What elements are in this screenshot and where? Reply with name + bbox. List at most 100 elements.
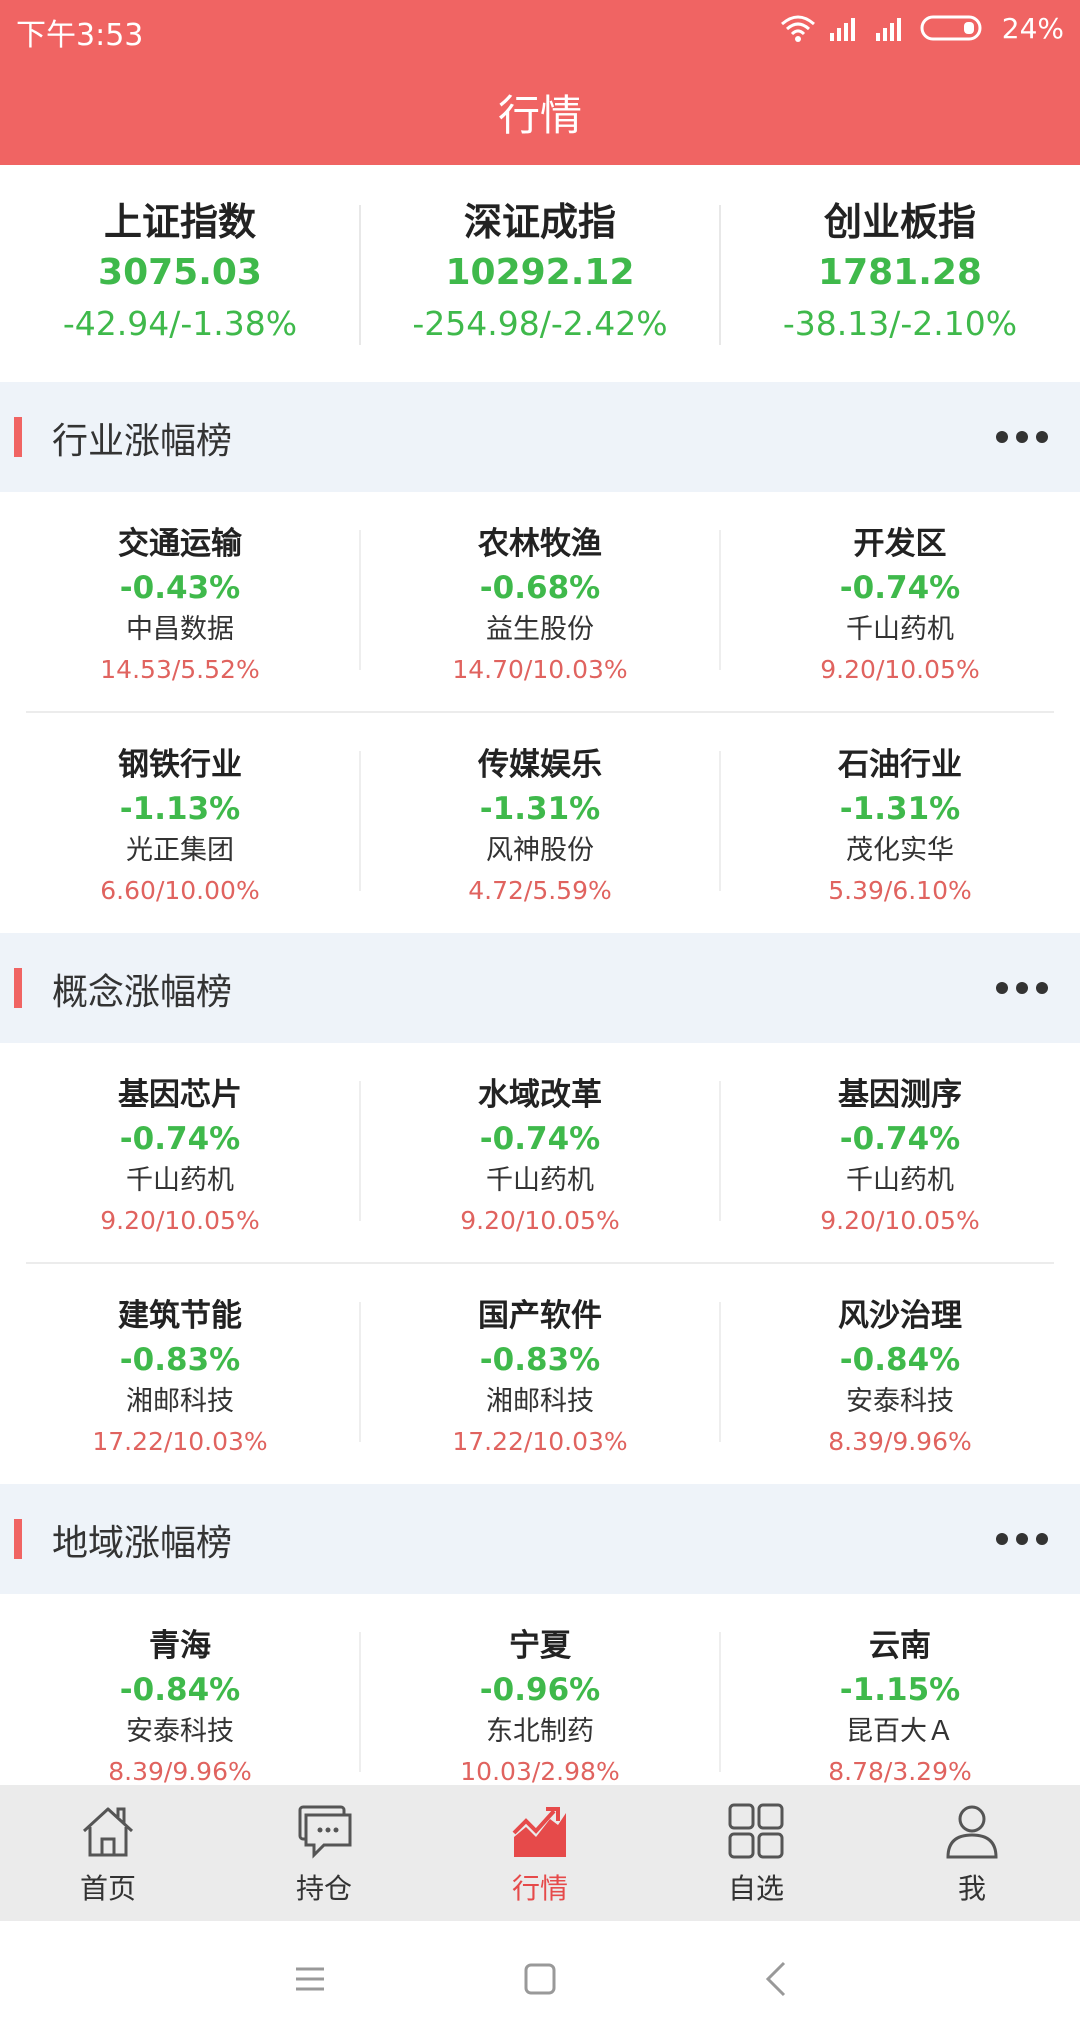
index-value: 1781.28 — [818, 251, 982, 293]
leading-stock: 安泰科技 — [126, 1716, 234, 1747]
tab-market[interactable]: 行情 — [432, 1785, 648, 1921]
sector-name: 风沙治理 — [838, 1298, 962, 1334]
market-screen: 下午3:53 24% 行情 上证指数 3075.03 -42.94/-1.38%… — [0, 0, 1080, 2040]
grid-row: 钢铁行业 -1.13% 光正集团 6.60/10.00% 传媒娱乐 -1.31%… — [0, 713, 1080, 933]
sector-change: -0.83% — [479, 1342, 601, 1378]
sector-card[interactable]: 石油行业 -1.31% 茂化实华 5.39/6.10% — [720, 713, 1080, 933]
sector-name: 青海 — [149, 1628, 211, 1664]
sector-change: -0.74% — [119, 1121, 241, 1157]
sector-change: -0.74% — [479, 1121, 601, 1157]
sector-name: 钢铁行业 — [118, 747, 242, 783]
stock-price: 9.20/10.05% — [100, 1206, 260, 1235]
tab-home[interactable]: 首页 — [0, 1785, 216, 1921]
bottom-tab-bar: 首页 持仓 行情 自选 我 — [0, 1785, 1080, 1921]
grid-row: 基因芯片 -0.74% 千山药机 9.20/10.05% 水域改革 -0.74%… — [0, 1043, 1080, 1263]
tab-me[interactable]: 我 — [864, 1785, 1080, 1921]
column-divider — [359, 530, 361, 670]
index-change: -38.13/-2.10% — [782, 303, 1018, 343]
sector-name: 云南 — [869, 1628, 931, 1664]
index-card[interactable]: 上证指数 3075.03 -42.94/-1.38% — [0, 197, 360, 349]
index-change: -254.98/-2.42% — [412, 303, 668, 343]
system-nav-bar — [0, 1921, 1080, 2040]
leading-stock: 风神股份 — [486, 835, 594, 866]
stock-price: 17.22/10.03% — [92, 1427, 268, 1456]
sector-card[interactable]: 宁夏 -0.96% 东北制药 10.03/2.98% — [360, 1594, 720, 1814]
home-icon — [78, 1801, 138, 1861]
leading-stock: 千山药机 — [126, 1165, 234, 1196]
column-divider — [359, 1632, 361, 1772]
stock-price: 6.60/10.00% — [100, 876, 260, 905]
sector-card[interactable]: 交通运输 -0.43% 中昌数据 14.53/5.52% — [0, 492, 360, 712]
index-card[interactable]: 深证成指 10292.12 -254.98/-2.42% — [360, 197, 720, 349]
app-header: 下午3:53 24% 行情 — [0, 0, 1080, 165]
section-accent-bar — [14, 968, 22, 1008]
home-square-icon[interactable] — [522, 1959, 558, 2003]
sector-card[interactable]: 水域改革 -0.74% 千山药机 9.20/10.05% — [360, 1043, 720, 1263]
battery-icon — [920, 14, 986, 42]
leading-stock: 湘邮科技 — [486, 1386, 594, 1417]
sector-card[interactable]: 建筑节能 -0.83% 湘邮科技 17.22/10.03% — [0, 1264, 360, 1484]
stock-price: 5.39/6.10% — [828, 876, 972, 905]
column-divider — [719, 751, 721, 891]
column-divider — [719, 1632, 721, 1772]
grid-row: 青海 -0.84% 安泰科技 8.39/9.96% 宁夏 -0.96% 东北制药… — [0, 1594, 1080, 1814]
battery-percent: 24% — [1001, 11, 1064, 45]
sector-name: 国产软件 — [478, 1298, 602, 1334]
sector-name: 水域改革 — [478, 1077, 602, 1113]
sector-card[interactable]: 传媒娱乐 -1.31% 风神股份 4.72/5.59% — [360, 713, 720, 933]
column-divider — [359, 205, 361, 345]
sector-card[interactable]: 云南 -1.15% 昆百大Ａ 8.78/3.29% — [720, 1594, 1080, 1814]
chat-icon — [294, 1801, 354, 1861]
stock-price: 9.20/10.05% — [820, 655, 980, 684]
signal-icon-2 — [874, 15, 908, 41]
sector-card[interactable]: 基因测序 -0.74% 千山药机 9.20/10.05% — [720, 1043, 1080, 1263]
index-name: 创业板指 — [823, 199, 976, 244]
sector-card[interactable]: 钢铁行业 -1.13% 光正集团 6.60/10.00% — [0, 713, 360, 933]
column-divider — [719, 1302, 721, 1442]
sector-card[interactable]: 基因芯片 -0.74% 千山药机 9.20/10.05% — [0, 1043, 360, 1263]
column-divider — [719, 530, 721, 670]
index-name: 深证成指 — [463, 199, 616, 244]
more-icon[interactable] — [996, 422, 1050, 452]
stock-price: 8.39/9.96% — [828, 1427, 972, 1456]
section-accent-bar — [14, 1519, 22, 1559]
status-time: 下午3:53 — [16, 18, 144, 53]
back-icon[interactable] — [758, 1959, 794, 2003]
index-value: 10292.12 — [445, 251, 635, 293]
tab-label: 自选 — [727, 1872, 784, 1905]
stock-price: 9.20/10.05% — [820, 1206, 980, 1235]
sector-card[interactable]: 开发区 -0.74% 千山药机 9.20/10.05% — [720, 492, 1080, 712]
column-divider — [359, 1302, 361, 1442]
leading-stock: 益生股份 — [486, 614, 594, 645]
sector-name: 基因芯片 — [118, 1077, 242, 1113]
leading-stock: 千山药机 — [846, 1165, 954, 1196]
section-header-industry: 行业涨幅榜 — [0, 382, 1080, 492]
wifi-icon — [780, 14, 816, 42]
tab-holdings[interactable]: 持仓 — [216, 1785, 432, 1921]
sector-change: -0.74% — [839, 1121, 961, 1157]
section-title: 行业涨幅榜 — [52, 421, 233, 462]
more-icon[interactable] — [996, 973, 1050, 1003]
sector-card[interactable]: 风沙治理 -0.84% 安泰科技 8.39/9.96% — [720, 1264, 1080, 1484]
sector-name: 建筑节能 — [118, 1298, 242, 1334]
sector-card[interactable]: 农林牧渔 -0.68% 益生股份 14.70/10.03% — [360, 492, 720, 712]
tab-label: 行情 — [511, 1872, 568, 1905]
sector-card[interactable]: 国产软件 -0.83% 湘邮科技 17.22/10.03% — [360, 1264, 720, 1484]
stock-price: 17.22/10.03% — [452, 1427, 628, 1456]
leading-stock: 湘邮科技 — [126, 1386, 234, 1417]
sector-change: -0.68% — [479, 570, 601, 606]
index-card[interactable]: 创业板指 1781.28 -38.13/-2.10% — [720, 197, 1080, 349]
stock-price: 9.20/10.05% — [460, 1206, 620, 1235]
tab-watchlist[interactable]: 自选 — [648, 1785, 864, 1921]
leading-stock: 昆百大Ａ — [846, 1716, 954, 1747]
sector-card[interactable]: 青海 -0.84% 安泰科技 8.39/9.96% — [0, 1594, 360, 1814]
status-icons: 24% — [780, 8, 1064, 48]
sector-change: -1.15% — [839, 1672, 961, 1708]
sector-change: -0.43% — [119, 570, 241, 606]
sector-change: -0.83% — [119, 1342, 241, 1378]
menu-icon[interactable] — [292, 1959, 328, 2003]
more-icon[interactable] — [996, 1524, 1050, 1554]
sector-name: 石油行业 — [838, 747, 962, 783]
leading-stock: 东北制药 — [486, 1716, 594, 1747]
grid-row: 交通运输 -0.43% 中昌数据 14.53/5.52% 农林牧渔 -0.68%… — [0, 492, 1080, 712]
